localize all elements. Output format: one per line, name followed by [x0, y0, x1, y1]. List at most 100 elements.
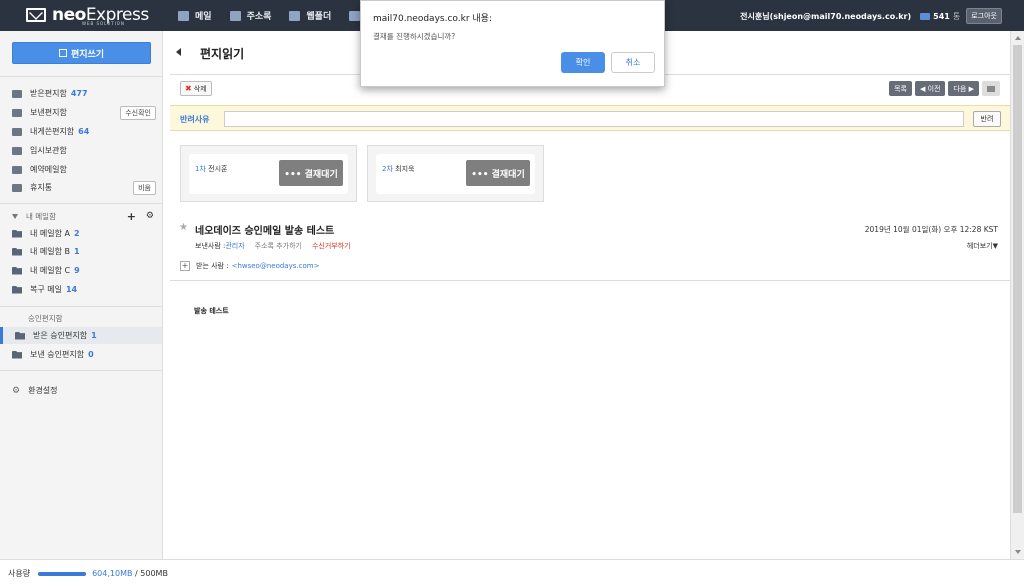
star-icon[interactable]: ★ [179, 222, 188, 233]
folder-open-icon [12, 266, 22, 275]
approval-pending-button[interactable]: ••• 결재대기 [279, 160, 343, 186]
expand-plus-icon[interactable]: + [180, 261, 190, 271]
user-name[interactable]: 전시훈님(shjeon@mail70.neodays.co.kr) [740, 11, 911, 22]
sidebar-item-trash[interactable]: 휴지통 비움 [12, 179, 160, 196]
recipient-address[interactable]: <hwseo@neodays.com> [232, 262, 320, 270]
envelope-logo-icon [26, 8, 46, 22]
mail-count-unit: 통 [952, 11, 961, 21]
my-mailbox-header[interactable]: 내 메일함 + ⚙ [12, 209, 160, 223]
next-button[interactable]: 다음 ▶ [948, 81, 979, 96]
page-title: 편지읽기 [200, 47, 245, 61]
nav-mail[interactable]: 메일 [178, 9, 212, 22]
folder-open-icon [12, 350, 22, 359]
usage-label: 사용량 [8, 569, 31, 578]
divider [0, 203, 163, 204]
block-sender-link[interactable]: 수신거부하기 [312, 241, 351, 251]
nav-addressbook[interactable]: 주소록 [229, 9, 271, 22]
mail-date: 2019년 10월 01일(화) 오후 12:28 KST [864, 225, 998, 234]
divider [0, 306, 163, 307]
scroll-down-icon[interactable] [1015, 550, 1021, 554]
add-folder-icon[interactable]: + [127, 210, 136, 223]
header-toggle[interactable]: 헤더보기▼ [967, 241, 998, 251]
approval-step-1: 1차 전시훈 ••• 결재대기 [180, 145, 357, 202]
divider [170, 280, 1010, 281]
divider [0, 76, 163, 77]
approval-step-number: 2차 [382, 165, 393, 173]
sidebar-item-to-me[interactable]: 내게쓴편지함 64 [12, 123, 160, 140]
sidebar-item-drafts[interactable]: 임시보관함 [12, 142, 160, 159]
user-box: 전시훈님(shjeon@mail70.neodays.co.kr) 541 통 … [740, 8, 1002, 24]
sidebar-item-my-a[interactable]: 내 메일함 A2 [12, 225, 160, 242]
logo[interactable]: neoExpress WEB SOLUTION [26, 4, 149, 26]
approval-step-number: 1차 [195, 165, 206, 173]
folder-icon [12, 146, 22, 155]
approval-step-2: 2차 최지욱 ••• 결재대기 [367, 145, 544, 202]
approval-card: 1차 전시훈 ••• 결재대기 [189, 154, 348, 194]
recipient-label: 받는 사람 : [196, 262, 229, 270]
main-content: 편지읽기 ✖ 삭제 목록 ◀ 이전 다음 ▶ 반려사유 반려 1차 전시훈 •••… [170, 31, 1010, 559]
reject-button[interactable]: 반려 [973, 111, 1001, 127]
caret-left-icon: ◀ [919, 84, 926, 93]
gear-icon: ⚙ [12, 385, 21, 396]
sidebar-item-sent[interactable]: 보낸편지함 수신확인 [12, 104, 160, 121]
ok-button[interactable]: 확인 [561, 52, 605, 73]
folder-open-icon [12, 229, 22, 238]
collapse-sidebar-icon[interactable] [176, 48, 181, 56]
sidebar-item-settings[interactable]: ⚙ 환경설정 [12, 382, 160, 399]
print-button[interactable] [982, 81, 1000, 96]
folder-open-icon [15, 331, 25, 340]
scroll-thumb[interactable] [1013, 45, 1022, 513]
cancel-button[interactable]: 취소 [611, 52, 655, 73]
prev-button[interactable]: ◀ 이전 [914, 81, 946, 96]
sidebar-item-my-c[interactable]: 내 메일함 C9 [12, 262, 160, 279]
logout-button[interactable]: 로그아웃 [966, 8, 1002, 24]
compose-icon [58, 49, 67, 57]
reject-reason-label: 반려사유 [180, 115, 210, 124]
approver-name: 전시훈 [208, 165, 228, 173]
dialog-host: mail70.neodays.co.kr 내용: [373, 14, 492, 24]
mail-icon [178, 10, 189, 21]
folder-icon [12, 127, 22, 136]
sidebar-item-scheduled[interactable]: 예약메일함 [12, 161, 160, 178]
usage-total: / 500MB [135, 569, 168, 578]
sender-line: 보낸사람 : 관리자 주소록 추가하기 수신거부하기 [195, 241, 351, 251]
read-receipt-button[interactable]: 수신확인 [120, 106, 156, 120]
inbox-icon [12, 89, 22, 98]
usage-bar [38, 571, 87, 576]
addressbook-icon [229, 10, 241, 21]
compose-button[interactable]: 편지쓰기 [12, 42, 151, 64]
nav-webfolder[interactable]: 웹폴더 [289, 9, 331, 22]
sender-name[interactable]: 관리자 [225, 241, 244, 251]
sidebar-item-my-b[interactable]: 내 메일함 B1 [12, 243, 160, 260]
sidebar: 편지쓰기 받은편지함 477 보낸편지함 수신확인 내게쓴편지함 64 임시보관함 예… [0, 31, 163, 559]
caret-right-icon: ▶ [968, 84, 974, 93]
gear-icon[interactable]: ⚙ [146, 211, 154, 221]
dialog-message: 결재를 진행하시겠습니까? [373, 32, 456, 41]
reject-reason-input[interactable] [224, 111, 964, 127]
folder-icon [12, 108, 22, 117]
folder-open-icon [12, 247, 22, 256]
scroll-up-icon[interactable] [1015, 36, 1021, 40]
sidebar-item-inbox[interactable]: 받은편지함 477 [12, 85, 160, 102]
list-button[interactable]: 목록 [889, 81, 912, 96]
empty-trash-button[interactable]: 비움 [133, 181, 156, 195]
mail-nav-buttons: 목록 ◀ 이전 다음 ▶ [886, 81, 1000, 96]
add-contact-link[interactable]: 주소록 추가하기 [255, 241, 302, 251]
folder-open-icon [12, 285, 22, 294]
mail-subject: 네오데이즈 승인메일 발송 테스트 [195, 226, 335, 237]
approval-pending-button[interactable]: ••• 결재대기 [466, 160, 530, 186]
top-nav: 메일 주소록 웹폴더 [178, 0, 384, 31]
confirm-dialog: mail70.neodays.co.kr 내용: 결재를 진행하시겠습니까? 확… [360, 0, 665, 87]
sidebar-item-recovered[interactable]: 복구 메일 14 [12, 281, 160, 298]
sidebar-item-sent-approval[interactable]: 보낸 승인편지함 0 [12, 346, 160, 363]
approver-name: 최지욱 [395, 165, 415, 173]
sidebar-item-received-approval[interactable]: 받은 승인편지함 1 [0, 327, 162, 344]
calendar-icon [349, 10, 361, 21]
mail-body: 발송 테스트 [194, 307, 229, 315]
sender-label: 보낸사람 : [195, 242, 226, 250]
folder-icon [12, 165, 22, 174]
mail-count[interactable]: 541 [933, 12, 950, 21]
delete-button[interactable]: ✖ 삭제 [180, 81, 212, 96]
vertical-scrollbar[interactable] [1010, 31, 1024, 559]
recipient-line: + 받는 사람 : <hwseo@neodays.com> [180, 261, 319, 271]
